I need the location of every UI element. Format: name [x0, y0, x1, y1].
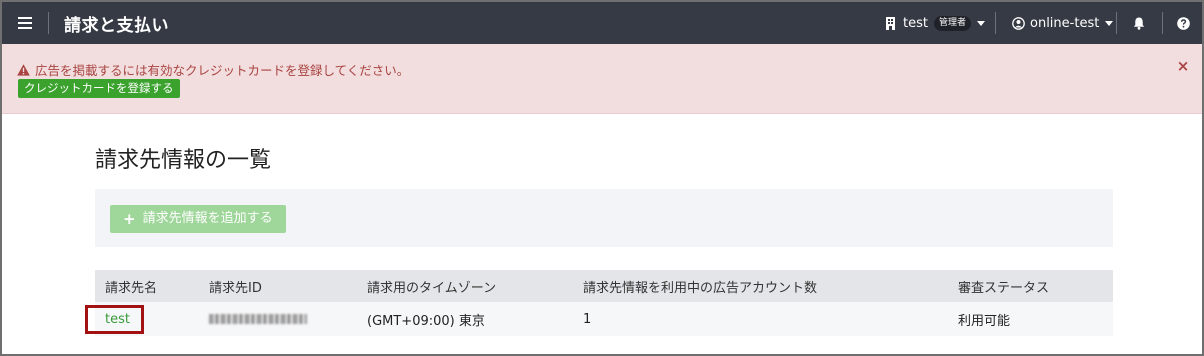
cell-billing-id	[199, 302, 357, 336]
nav-divider	[995, 12, 996, 34]
nav-divider	[48, 12, 49, 34]
add-billing-info-button[interactable]: + 請求先情報を追加する	[110, 205, 286, 233]
chevron-down-icon	[1105, 20, 1114, 26]
alert-text: 広告を掲載するには有効なクレジットカードを登録してください。	[35, 63, 410, 78]
credit-card-alert: 広告を掲載するには有効なクレジットカードを登録してください。 クレジットカードを…	[2, 44, 1202, 114]
page-title: 請求先情報の一覧	[95, 148, 272, 173]
cell-review-status: 利用可能	[948, 302, 1113, 336]
redacted-billing-id	[209, 314, 307, 324]
table-header-row: 請求先名 請求先ID 請求用のタイムゾーン 請求先情報を利用中の広告アカウント数…	[95, 270, 1113, 302]
bell-icon	[1133, 17, 1145, 30]
hamburger-menu-button[interactable]	[12, 12, 38, 34]
add-button-label: 請求先情報を追加する	[142, 211, 273, 226]
account-name: test	[903, 15, 928, 31]
cell-ad-account-count: 1	[573, 302, 948, 336]
warning-icon	[17, 63, 30, 76]
billing-table: 請求先名 請求先ID 請求用のタイムゾーン 請求先情報を利用中の広告アカウント数…	[95, 270, 1113, 336]
register-credit-card-button[interactable]: クレジットカードを登録する	[18, 79, 180, 98]
table-row: test (GMT+09:00) 東京 1 利用可能	[95, 302, 1113, 336]
plus-icon: +	[123, 210, 136, 228]
hamburger-icon	[18, 17, 32, 29]
column-header-review-status: 審査ステータス	[948, 270, 1113, 302]
nav-divider	[1162, 12, 1163, 34]
column-header-ad-account-count: 請求先情報を利用中の広告アカウント数	[573, 270, 948, 302]
cell-timezone: (GMT+09:00) 東京	[357, 302, 573, 336]
highlight-box	[85, 305, 144, 334]
user-circle-icon	[1012, 16, 1025, 30]
help-button[interactable]	[1177, 13, 1190, 33]
chevron-down-icon	[976, 20, 985, 26]
column-header-billing-id: 請求先ID	[199, 270, 357, 302]
user-menu[interactable]: online-test	[1012, 13, 1114, 33]
building-icon	[886, 16, 895, 30]
column-header-name: 請求先名	[95, 270, 199, 302]
help-icon	[1177, 16, 1190, 30]
list-toolbar: + 請求先情報を追加する	[95, 189, 1113, 247]
close-icon[interactable]: ×	[1176, 59, 1190, 74]
user-name: online-test	[1030, 15, 1100, 31]
account-switcher[interactable]: test 管理者	[885, 13, 985, 33]
role-badge: 管理者	[933, 15, 971, 31]
nav-divider	[1116, 12, 1117, 34]
alert-message: 広告を掲載するには有効なクレジットカードを登録してください。	[17, 60, 409, 79]
column-header-timezone: 請求用のタイムゾーン	[357, 270, 573, 302]
notifications-button[interactable]	[1133, 13, 1145, 33]
app-frame: 請求と支払い test 管理者 online-test 広告を掲載するには有効な…	[0, 0, 1204, 356]
app-title: 請求と支払い	[64, 16, 169, 36]
top-nav-bar: 請求と支払い test 管理者 online-test	[2, 2, 1202, 44]
